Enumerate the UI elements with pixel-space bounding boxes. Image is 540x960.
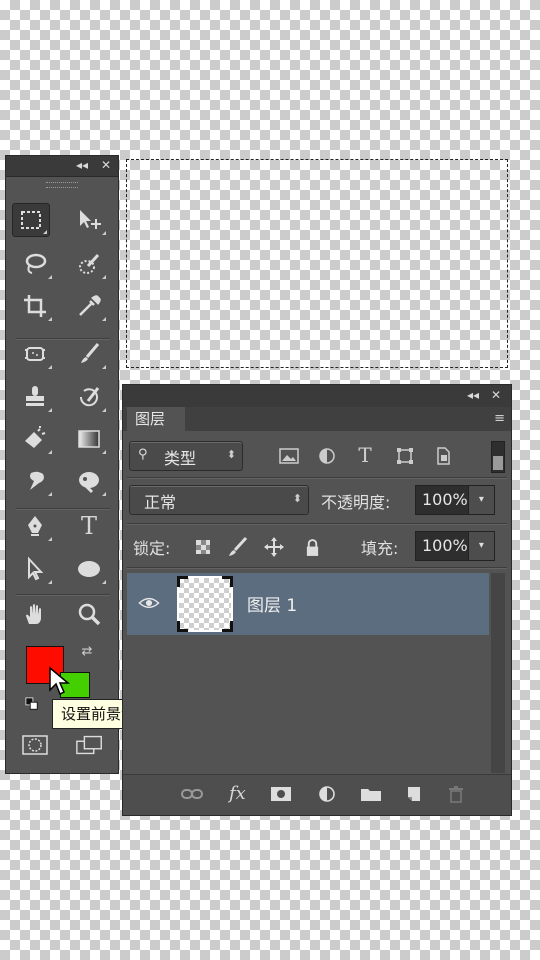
default-colors-icon[interactable] [24,696,40,712]
history-brush-icon [79,387,100,407]
crop-icon [24,295,46,317]
filter-toggle-switch[interactable] [491,441,505,473]
filter-type-label: 类型 [164,449,197,468]
trash-icon[interactable] [445,783,467,805]
path-selection-tool[interactable] [16,552,54,586]
gradient-tool[interactable] [70,422,108,456]
blur-tool[interactable] [16,464,54,498]
eye-icon[interactable] [137,593,161,613]
lock-all-icon[interactable] [301,536,323,558]
path-selection-icon [28,556,44,581]
crop-tool[interactable] [16,289,54,323]
layers-panel-header[interactable]: ◂◂ ✕ [123,385,511,407]
stamp-icon [26,386,44,406]
blend-mode-dropdown[interactable]: 正常 ⬍ [129,485,309,515]
lock-pixels-icon[interactable] [225,535,249,559]
layer-row[interactable]: 图层 1 [127,573,489,635]
layers-panel-footer: fx [123,774,511,815]
layers-scrollbar[interactable] [491,573,505,773]
lock-transparent-icon[interactable] [193,537,213,557]
eraser-tool[interactable] [16,422,54,456]
opacity-value[interactable]: 100% [416,486,468,514]
eyedropper-icon [79,295,101,316]
tab-layers[interactable]: 图层 [127,407,185,431]
move-tool[interactable] [70,203,108,237]
mask-icon[interactable] [269,783,293,805]
blend-mode-label: 正常 [144,493,177,512]
search-icon: ⚲ [138,447,148,462]
lock-position-icon[interactable] [263,536,285,558]
updown-arrow-icon: ⬍ [292,492,302,505]
close-icon[interactable]: ✕ [491,388,501,402]
hand-icon [26,604,41,624]
quick-selection-icon [79,253,100,274]
fill-dropdown-button[interactable]: ▾ [467,532,494,560]
zoom-tool[interactable] [70,598,108,632]
bandage-icon [25,347,45,361]
close-icon[interactable]: ✕ [101,158,111,172]
clone-stamp-tool[interactable] [16,380,54,414]
lock-label: 锁定: [133,539,171,558]
smart-object-filter-icon[interactable] [431,445,455,467]
brush-tool[interactable] [70,337,108,371]
ellipse-icon [78,561,100,577]
new-layer-icon[interactable] [403,783,425,805]
hand-tool[interactable] [16,598,54,632]
marquee-icon [21,211,41,229]
tab-bar: 图层 ≡ [123,407,511,431]
gradient-icon [78,430,100,448]
adjustment-filter-icon[interactable] [315,445,339,467]
fx-icon[interactable]: fx [229,783,246,804]
cursor-arrow-icon [49,666,71,696]
swap-colors-icon[interactable]: ⇄ [78,642,96,660]
brush-icon [81,343,100,363]
pen-icon [28,516,42,536]
zoom-icon [78,603,101,626]
collapse-icon[interactable]: ◂◂ [467,388,479,402]
marquee-selection [126,159,508,368]
group-folder-icon[interactable] [359,783,383,805]
dodge-tool[interactable] [70,464,108,498]
move-icon [80,210,101,229]
layers-panel: ◂◂ ✕ 图层 ≡ ⚲ 类型 ⬍ T 正常 ⬍ 不透明度: 100% ▾ 锁定: [122,384,512,816]
type-filter-icon[interactable]: T [353,443,377,467]
eraser-icon [25,426,46,448]
layer-thumbnail[interactable] [177,576,233,632]
panel-menu-icon[interactable]: ≡ [494,411,505,426]
blur-icon [30,471,44,490]
rectangular-marquee-tool[interactable] [12,203,50,237]
quick-mask-icon[interactable] [21,734,49,756]
opacity-dropdown-button[interactable]: ▾ [467,486,494,514]
lasso-tool[interactable] [16,247,54,281]
filter-type-dropdown[interactable]: ⚲ 类型 ⬍ [129,441,243,471]
eyedropper-tool[interactable] [70,289,108,323]
opacity-field[interactable]: 100% ▾ [415,485,495,515]
spot-healing-tool[interactable] [16,337,54,371]
dodge-icon [79,472,99,494]
fill-label: 填充: [361,539,399,558]
toolbox-header[interactable]: ◂◂ ✕ [6,156,118,177]
pixel-layer-filter-icon[interactable] [277,445,301,467]
pen-tool[interactable] [16,509,54,543]
shape-filter-icon[interactable] [393,445,417,467]
link-icon[interactable] [181,783,203,805]
quick-selection-tool[interactable] [70,247,108,281]
fill-field[interactable]: 100% ▾ [415,531,495,561]
layers-list: 图层 1 [127,573,489,773]
ellipse-tool[interactable] [70,552,108,586]
toolbox-grip[interactable] [46,182,78,188]
type-tool[interactable]: T [70,509,108,543]
screen-mode-icon[interactable] [74,734,106,756]
opacity-label: 不透明度: [321,493,391,512]
history-brush-tool[interactable] [70,380,108,414]
updown-arrow-icon: ⬍ [226,448,236,461]
collapse-icon[interactable]: ◂◂ [76,158,88,172]
lasso-icon [25,253,47,274]
adjustment-icon[interactable] [315,783,339,805]
layer-name[interactable]: 图层 1 [247,591,297,616]
fill-value[interactable]: 100% [416,532,468,560]
